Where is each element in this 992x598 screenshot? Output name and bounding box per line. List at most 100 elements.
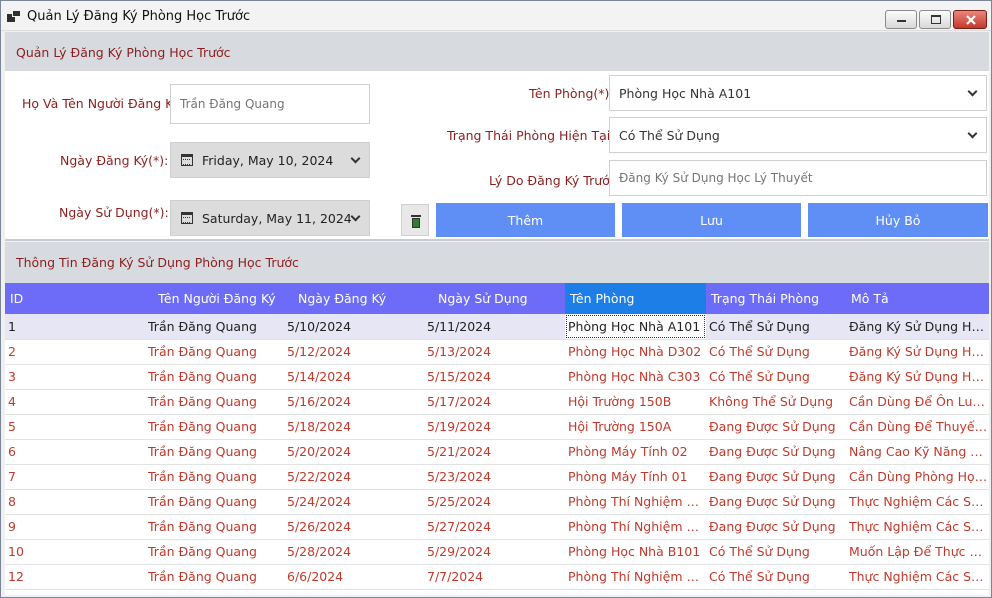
requester-input[interactable] [171,85,369,123]
close-button[interactable] [953,10,987,29]
table-cell[interactable]: 5/15/2024 [424,364,565,390]
table-cell[interactable]: Phòng Học Nhà D302 [565,339,706,365]
table-cell[interactable]: 5/23/2024 [424,464,565,490]
registration-grid[interactable]: ID Tên Người Đăng Ký Ngày Đăng Ký Ngày S… [5,283,989,595]
title-bar[interactable]: Quản Lý Đăng Ký Phòng Học Trước [1,1,991,31]
table-row[interactable]: 3 Trần Đăng Quang 5/14/2024 5/15/2024 Phòng … [5,364,989,390]
table-cell[interactable]: Có Thể Sử Dụng [706,564,846,590]
table-row[interactable]: 6 Trần Đăng Quang 5/20/2024 5/21/2024 Phòng … [5,439,989,465]
table-cell[interactable]: 12 [5,564,144,590]
table-cell[interactable]: Đang Được Sử Dụng [706,489,846,515]
table-cell[interactable]: 2 [5,339,144,365]
table-cell[interactable]: 10 [5,539,144,565]
table-row[interactable]: 7 Trần Đăng Quang 5/22/2024 5/23/2024 Phòng … [5,464,989,490]
table-cell[interactable]: Trần Đăng Quang [144,489,284,515]
table-cell[interactable]: Phòng Thí Nghiệm Côn... [565,489,706,515]
table-cell[interactable]: Thực Nghiệm Các Sản ... [846,514,989,540]
column-header[interactable]: Tên Người Đăng Ký [144,283,284,314]
use-date-picker[interactable]: Saturday, May 11, 2024 [170,200,370,236]
table-cell[interactable]: Đang Được Sử Dụng [706,439,846,465]
table-cell[interactable]: Có Thể Sử Dụng [706,539,846,565]
table-row[interactable]: 4 Trần Đăng Quang 5/16/2024 5/17/2024 Hội Tr… [5,389,989,415]
table-cell[interactable]: 5/26/2024 [284,514,424,540]
chevron-down-icon[interactable] [967,86,978,97]
table-cell[interactable]: 5/29/2024 [424,539,565,565]
table-cell[interactable]: 9 [5,514,144,540]
chevron-down-icon[interactable] [350,211,361,222]
table-cell[interactable]: 7 [5,464,144,490]
table-cell[interactable]: 5/11/2024 [424,314,565,340]
delete-button[interactable] [401,204,429,236]
table-cell[interactable]: 4 [5,389,144,415]
table-cell[interactable]: Đang Được Sử Dụng [706,514,846,540]
table-cell[interactable]: Trần Đăng Quang [144,464,284,490]
column-header[interactable]: Tên Phòng [565,283,706,314]
table-cell[interactable]: Muốn Lập Để Thực Hàn... [846,539,989,565]
table-cell[interactable]: Phòng Học Nhà B101 [565,539,706,565]
table-cell[interactable]: Phòng Học Nhà C303 [565,364,706,390]
requester-field[interactable] [170,84,370,124]
chevron-down-icon[interactable] [350,153,361,164]
table-row[interactable]: 12 Trần Đăng Quang 6/6/2024 7/7/2024 Phòng T… [5,564,989,590]
table-cell[interactable]: Có Thể Sử Dụng [706,364,846,390]
table-cell[interactable]: Trần Đăng Quang [144,364,284,390]
table-cell[interactable]: Trần Đăng Quang [144,439,284,465]
table-cell[interactable]: 5/25/2024 [424,489,565,515]
column-header[interactable]: Ngày Đăng Ký [284,283,424,314]
table-row[interactable]: 5 Trần Đăng Quang 5/18/2024 5/19/2024 Hội Tr… [5,414,989,440]
table-cell[interactable]: 7/7/2024 [424,564,565,590]
table-cell[interactable]: Hội Trường 150B [565,389,706,415]
table-cell[interactable]: 5/17/2024 [424,389,565,415]
room-select[interactable]: Phòng Học Nhà A101 [609,75,987,111]
table-cell[interactable]: Hội Trường 150A [565,414,706,440]
minimize-button[interactable] [885,10,917,29]
table-cell[interactable]: Đăng Ký Sử Dụng Học L... [846,314,989,340]
table-row[interactable]: 9 Trần Đăng Quang 5/26/2024 5/27/2024 Phòng … [5,514,989,540]
table-row[interactable]: 10 Trần Đăng Quang 5/28/2024 5/29/2024 Phòng… [5,539,989,565]
table-cell[interactable]: 5/22/2024 [284,464,424,490]
table-cell[interactable]: 5/14/2024 [284,364,424,390]
maximize-button[interactable] [919,10,951,29]
table-cell[interactable]: Nâng Cao Kỹ Năng Dù... [846,439,989,465]
table-row[interactable]: 1 Trần Đăng Quang 5/10/2024 5/11/2024 Phòng … [5,314,989,340]
table-cell[interactable]: 5 [5,414,144,440]
table-cell[interactable]: Thực Nghiệm Các Sản ... [846,564,989,590]
reason-input[interactable] [610,161,986,195]
table-row[interactable]: 2 Trần Đăng Quang 5/12/2024 5/13/2024 Phòng … [5,339,989,365]
table-cell[interactable]: Có Thể Sử Dụng [706,339,846,365]
table-cell[interactable]: 1 [5,314,144,340]
table-cell[interactable]: 8 [5,489,144,515]
table-cell[interactable]: 5/18/2024 [284,414,424,440]
status-select[interactable]: Có Thể Sử Dụng [609,117,987,153]
table-cell[interactable]: Trần Đăng Quang [144,414,284,440]
column-header[interactable]: Mô Tả [846,283,989,314]
add-button[interactable]: Thêm [436,203,615,237]
table-cell[interactable]: 6/6/2024 [284,564,424,590]
table-cell[interactable]: 5/12/2024 [284,339,424,365]
table-cell[interactable]: Cần Dùng Để Thuyết Tri... [846,414,989,440]
table-cell[interactable]: Trần Đăng Quang [144,564,284,590]
table-cell[interactable]: 5/13/2024 [424,339,565,365]
table-cell[interactable]: Đăng Ký Sử Dụng Học ... [846,339,989,365]
table-cell[interactable]: 5/16/2024 [284,389,424,415]
table-cell[interactable]: Phòng Máy Tính 02 [565,439,706,465]
register-date-picker[interactable]: Friday, May 10, 2024 [170,142,370,178]
column-header[interactable]: Ngày Sử Dụng [424,283,565,314]
table-cell[interactable]: Trần Đăng Quang [144,514,284,540]
table-cell[interactable]: Có Thể Sử Dụng [706,314,846,340]
table-cell[interactable]: Trần Đăng Quang [144,539,284,565]
table-cell[interactable]: Cần Dùng Để Ôn Luyện... [846,389,989,415]
table-cell[interactable]: Thực Nghiệm Các Sản ... [846,489,989,515]
table-cell[interactable]: 3 [5,364,144,390]
table-cell[interactable]: Phòng Thí Nghiệm Hóa... [565,514,706,540]
table-cell[interactable]: 5/28/2024 [284,539,424,565]
cancel-button[interactable]: Hủy Bỏ [808,203,988,237]
table-cell[interactable]: Phòng Thí Nghiệm Sin... [565,564,706,590]
chevron-down-icon[interactable] [967,128,978,139]
table-row[interactable]: 8 Trần Đăng Quang 5/24/2024 5/25/2024 Phòng … [5,489,989,515]
table-cell[interactable]: 5/24/2024 [284,489,424,515]
table-cell[interactable]: Đăng Ký Sử Dụng Học ... [846,364,989,390]
table-cell[interactable]: Cần Dùng Phòng Học ... [846,464,989,490]
column-header[interactable]: ID [5,283,144,314]
reason-field[interactable] [609,160,987,196]
